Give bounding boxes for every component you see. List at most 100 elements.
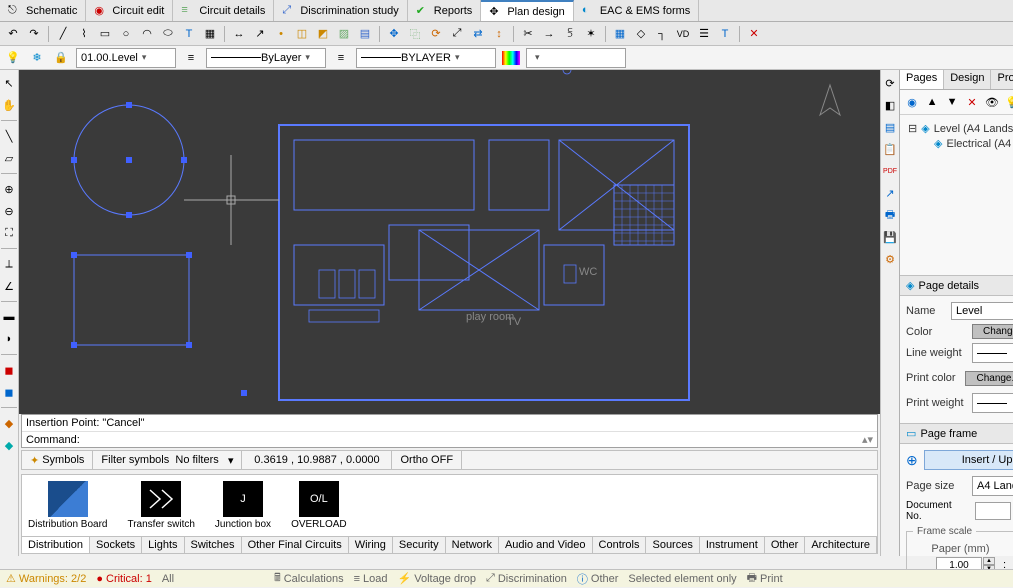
lock-icon[interactable]: 🔒 — [52, 49, 70, 67]
copy-icon[interactable]: ⿻ — [406, 25, 424, 43]
filter-symbols[interactable]: Filter symbols No filters ▾ — [93, 451, 242, 469]
cat-other[interactable]: Other — [765, 537, 806, 553]
scale-icon[interactable]: ⤢ — [448, 25, 466, 43]
insert-frame-button[interactable]: Insert / Update frame — [924, 450, 1013, 470]
zoom-extents-icon[interactable]: ⛶ — [0, 224, 18, 242]
cat-sockets[interactable]: Sockets — [90, 537, 142, 553]
measure-icon[interactable]: ⟂ — [0, 255, 18, 273]
snap-icon[interactable]: ◇ — [632, 25, 650, 43]
layer-icon[interactable]: ▤ — [356, 25, 374, 43]
arc-icon[interactable]: ◠ — [138, 25, 156, 43]
vd-icon[interactable]: VD — [674, 25, 692, 43]
tab-eac-ems[interactable]: ◐EAC & EMS forms — [574, 0, 699, 21]
cat-security[interactable]: Security — [393, 537, 446, 553]
cat-distribution[interactable]: Distribution — [22, 537, 90, 553]
page-down-icon[interactable]: ▼ — [943, 93, 961, 111]
spin-up-icon[interactable]: ▲ — [983, 557, 995, 565]
text-icon[interactable]: T — [180, 25, 198, 43]
offset-icon[interactable]: ⫓ — [561, 25, 579, 43]
block-icon[interactable]: ◫ — [293, 25, 311, 43]
vdrop-button[interactable]: ⚡Voltage drop — [398, 572, 476, 585]
ortho-icon[interactable]: ┐ — [653, 25, 671, 43]
explode-icon[interactable]: ✶ — [582, 25, 600, 43]
page-delete-icon[interactable]: ✕ — [963, 93, 981, 111]
selected-only[interactable]: Selected element only — [628, 573, 736, 585]
view-icon[interactable]: ◧ — [881, 96, 899, 114]
save-icon[interactable]: 💾 — [881, 228, 899, 246]
cat-controls[interactable]: Controls — [593, 537, 647, 553]
color-dropdown[interactable] — [526, 48, 626, 68]
tree-child[interactable]: ◈Electrical (A4 Landscape) — [934, 136, 1013, 151]
page-name-input[interactable] — [951, 302, 1013, 320]
other-button[interactable]: ⓘOther — [577, 571, 619, 587]
grid-icon[interactable]: ▦ — [611, 25, 629, 43]
symbol-transfer-switch[interactable]: Transfer switch — [127, 481, 194, 530]
leader-icon[interactable]: ↗ — [251, 25, 269, 43]
image-icon[interactable]: ▨ — [335, 25, 353, 43]
discr-button[interactable]: ⤢Discrimination — [486, 572, 567, 585]
pagesize-dropdown[interactable]: A4 Landscape — [972, 476, 1013, 496]
lineweight-dropdown[interactable]: Default — [972, 343, 1013, 363]
printcolor-change-button[interactable]: Change... — [965, 371, 1013, 386]
props-icon[interactable]: ☰ — [695, 25, 713, 43]
tool-orange-icon[interactable]: ◆ — [0, 414, 18, 432]
pan-icon[interactable]: ✋ — [0, 96, 18, 114]
page-frame-header[interactable]: ▭ Page frame ⌃ — [900, 424, 1013, 444]
cat-other-final[interactable]: Other Final Circuits — [242, 537, 349, 553]
page-details-header[interactable]: ◈ Page details ⌃ — [900, 276, 1013, 296]
rect-icon[interactable]: ▭ — [96, 25, 114, 43]
cat-switches[interactable]: Switches — [185, 537, 242, 553]
cursor-icon[interactable]: ↖ — [0, 74, 18, 92]
add-icon[interactable]: ⊕ — [906, 452, 918, 469]
redo-icon[interactable]: ↷ — [25, 25, 43, 43]
wall-icon[interactable]: ▬ — [0, 308, 18, 326]
cat-sources[interactable]: Sources — [646, 537, 699, 553]
tab-circuit-edit[interactable]: ◉Circuit edit — [86, 0, 173, 21]
text2-icon[interactable]: T — [716, 25, 734, 43]
undo-icon[interactable]: ↶ — [4, 25, 22, 43]
printweight-dropdown[interactable]: 0.0 mm — [972, 393, 1013, 413]
extend-icon[interactable]: → — [540, 25, 558, 43]
page-view-icon[interactable]: 👁 — [983, 93, 1001, 111]
warnings-indicator[interactable]: ⚠Warnings: 2/2 — [6, 572, 86, 585]
command-input[interactable] — [84, 434, 862, 446]
tool-blue-icon[interactable]: ◼ — [0, 383, 18, 401]
filter-all[interactable]: All — [162, 573, 174, 585]
pdf-icon[interactable]: PDF — [881, 162, 899, 180]
polyline-icon[interactable]: ⌇ — [75, 25, 93, 43]
dim-icon[interactable]: ↔ — [230, 25, 248, 43]
bylayer-dropdown[interactable]: BYLAYER — [356, 48, 496, 68]
move-icon[interactable]: ✥ — [385, 25, 403, 43]
trim-icon[interactable]: ✂ — [519, 25, 537, 43]
tab-circuit-details[interactable]: ≡Circuit details — [173, 0, 274, 21]
print-icon[interactable]: 🖶 — [881, 206, 899, 224]
cat-lights[interactable]: Lights — [142, 537, 184, 553]
tree-root[interactable]: ⊟◈Level (A4 Landscape) — [908, 121, 1013, 136]
mirror-icon[interactable]: ⇄ — [469, 25, 487, 43]
panel-tab-properties[interactable]: Properties — [991, 70, 1013, 89]
export-icon[interactable]: ↗ — [881, 184, 899, 202]
tab-schematic[interactable]: ⎋Schematic — [0, 0, 86, 21]
color-swatch-icon[interactable] — [502, 51, 520, 65]
lineweight-icon[interactable]: ≡ — [332, 49, 350, 67]
tab-plan-design[interactable]: ✥Plan design — [481, 0, 574, 21]
select-line-icon[interactable]: ╲ — [0, 127, 18, 145]
tab-reports[interactable]: ✔Reports — [408, 0, 482, 21]
angle-icon[interactable]: ∠ — [0, 277, 18, 295]
select-box-icon[interactable]: ▱ — [0, 149, 18, 167]
layers-icon[interactable]: ≡ — [182, 49, 200, 67]
ellipse-icon[interactable]: ⬭ — [159, 25, 177, 43]
page-add-icon[interactable]: ◉ — [903, 93, 921, 111]
tool-cyan-icon[interactable]: ◆ — [0, 436, 18, 454]
point-icon[interactable]: • — [272, 25, 290, 43]
panel-tab-design[interactable]: Design — [944, 70, 991, 89]
page-up-icon[interactable]: ▲ — [923, 93, 941, 111]
color-change-button[interactable]: Change... — [972, 324, 1013, 339]
zoom-in-icon[interactable]: ⊕ — [0, 180, 18, 198]
circle-icon[interactable]: ○ — [117, 25, 135, 43]
cat-architecture[interactable]: Architecture — [805, 537, 877, 553]
calc-button[interactable]: 🖩Calculations — [274, 569, 344, 588]
print-button[interactable]: 🖶Print — [747, 569, 783, 588]
tool-red-icon[interactable]: ◼ — [0, 361, 18, 379]
docno-input[interactable] — [975, 502, 1011, 520]
